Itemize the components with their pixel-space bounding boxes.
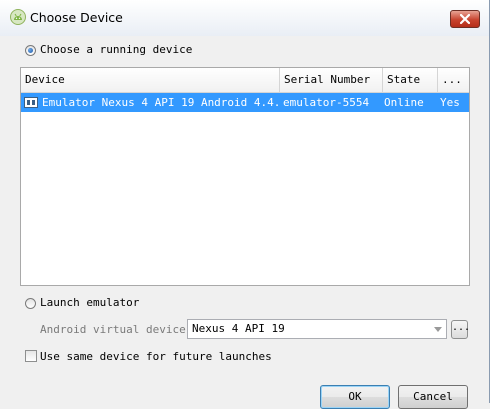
serial-number-cell: emulator-5554	[283, 96, 370, 109]
ok-button[interactable]: OK	[320, 385, 390, 409]
android-icon	[10, 9, 26, 25]
close-icon	[460, 14, 470, 24]
running-device-radio[interactable]	[25, 45, 36, 56]
avd-select[interactable]: Nexus 4 API 19	[187, 319, 447, 339]
extra-cell: Yes	[440, 96, 460, 109]
same-device-checkbox[interactable]	[25, 350, 37, 362]
close-button[interactable]	[450, 10, 480, 28]
launch-emulator-label[interactable]: Launch emulator	[40, 296, 139, 309]
column-header-device[interactable]: Device	[21, 68, 280, 92]
column-header-extra[interactable]: ...	[438, 68, 469, 92]
cancel-button[interactable]: Cancel	[398, 385, 468, 409]
launch-emulator-radio[interactable]	[25, 298, 36, 309]
column-header-serial[interactable]: Serial Number	[280, 68, 383, 92]
device-icon	[24, 97, 38, 108]
chevron-down-icon	[434, 327, 442, 332]
device-name-cell: Emulator Nexus 4 API 19 Android 4.4.2 (A	[42, 96, 280, 109]
title-bar[interactable]: Choose Device	[0, 0, 489, 36]
window-title: Choose Device	[30, 10, 123, 25]
choose-device-dialog: Choose Device Choose a running device De…	[0, 0, 490, 409]
same-device-label[interactable]: Use same device for future launches	[40, 350, 272, 363]
avd-browse-button[interactable]: ...	[451, 320, 470, 339]
avd-label: Android virtual device:	[40, 323, 193, 336]
avd-selected-value: Nexus 4 API 19	[192, 322, 285, 335]
table-header: Device Serial Number State ...	[21, 68, 469, 93]
table-row[interactable]: Emulator Nexus 4 API 19 Android 4.4.2 (A…	[21, 93, 469, 112]
running-device-label[interactable]: Choose a running device	[40, 43, 192, 56]
column-header-state[interactable]: State	[383, 68, 438, 92]
device-table[interactable]: Device Serial Number State ... Emulator …	[20, 67, 470, 286]
state-cell: Online	[384, 96, 424, 109]
radio-selected-dot	[28, 48, 33, 53]
